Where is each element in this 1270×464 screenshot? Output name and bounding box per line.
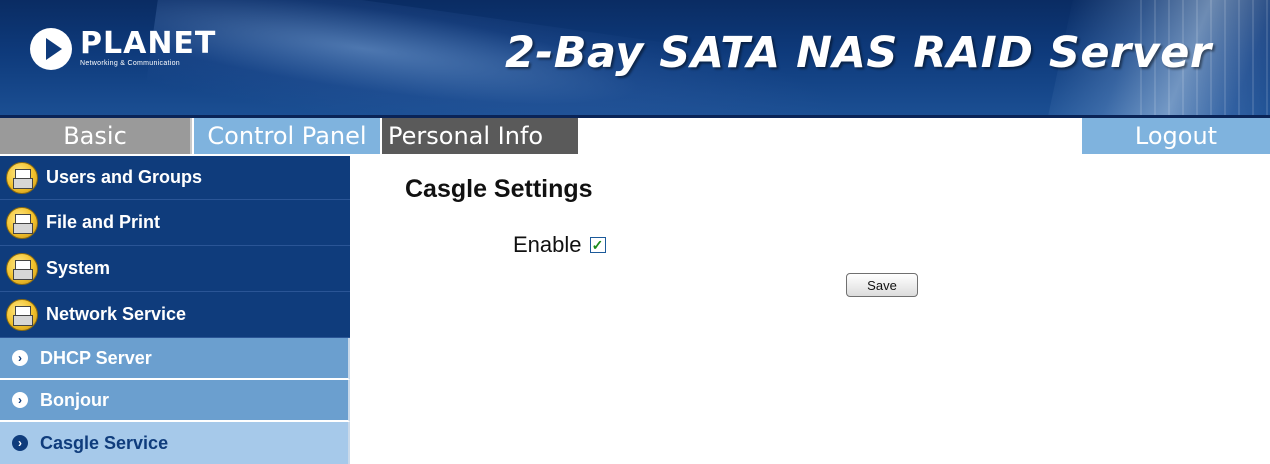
sidebar-item-label: Network Service bbox=[46, 304, 187, 324]
sidebar-subitem-label: Casgle Service bbox=[40, 432, 169, 453]
tab-basic[interactable]: Basic bbox=[0, 118, 192, 154]
tab-personal-info[interactable]: Personal Info bbox=[382, 118, 578, 154]
sidebar-item-label: Users and Groups bbox=[46, 167, 203, 187]
sidebar-item-file-and-print[interactable]: File and Print bbox=[0, 200, 350, 246]
enable-checkbox[interactable]: ✓ bbox=[589, 237, 606, 253]
sidebar-subitem-casgle-service[interactable]: › Casgle Service bbox=[0, 422, 350, 464]
sidebar-subitem-label: Bonjour bbox=[40, 389, 109, 410]
page-title: Casgle Settings bbox=[405, 175, 593, 203]
printer-icon bbox=[6, 206, 38, 239]
sidebar-item-users-and-groups[interactable]: Users and Groups bbox=[0, 156, 350, 200]
sidebar-subitem-dhcp-server[interactable]: › DHCP Server bbox=[0, 338, 350, 380]
sidebar-item-network-service[interactable]: Network Service bbox=[0, 292, 350, 338]
product-title: 2-Bay SATA NAS RAID Server bbox=[505, 28, 1212, 78]
chevron-right-icon: › bbox=[12, 435, 28, 451]
enable-row: Enable ✓ bbox=[513, 232, 606, 258]
sidebar-item-label: File and Print bbox=[46, 212, 161, 232]
enable-label: Enable bbox=[513, 232, 582, 257]
logo-brand: PLANET bbox=[80, 26, 217, 61]
save-button[interactable]: Save bbox=[846, 273, 918, 297]
planet-logo-icon bbox=[30, 28, 72, 70]
sidebar-item-label: System bbox=[46, 258, 111, 278]
printer-icon bbox=[6, 298, 38, 331]
sidebar-item-system[interactable]: System bbox=[0, 246, 350, 292]
chevron-right-icon: › bbox=[12, 392, 28, 408]
chevron-right-icon: › bbox=[12, 350, 28, 366]
sidebar-subitem-label: DHCP Server bbox=[40, 347, 152, 368]
planet-logo: PLANET Networking & Communication bbox=[30, 24, 216, 74]
tab-control-panel[interactable]: Control Panel bbox=[194, 118, 380, 154]
header-banner: PLANET Networking & Communication 2-Bay … bbox=[0, 0, 1270, 118]
sidebar: Users and Groups File and Print System N… bbox=[0, 156, 350, 464]
sidebar-subitem-bonjour[interactable]: › Bonjour bbox=[0, 380, 350, 422]
printer-icon bbox=[6, 252, 38, 285]
printer-icon bbox=[6, 161, 38, 194]
top-tab-bar: Basic Control Panel Personal Info Logout bbox=[0, 118, 1270, 154]
logout-button[interactable]: Logout bbox=[1082, 118, 1270, 154]
